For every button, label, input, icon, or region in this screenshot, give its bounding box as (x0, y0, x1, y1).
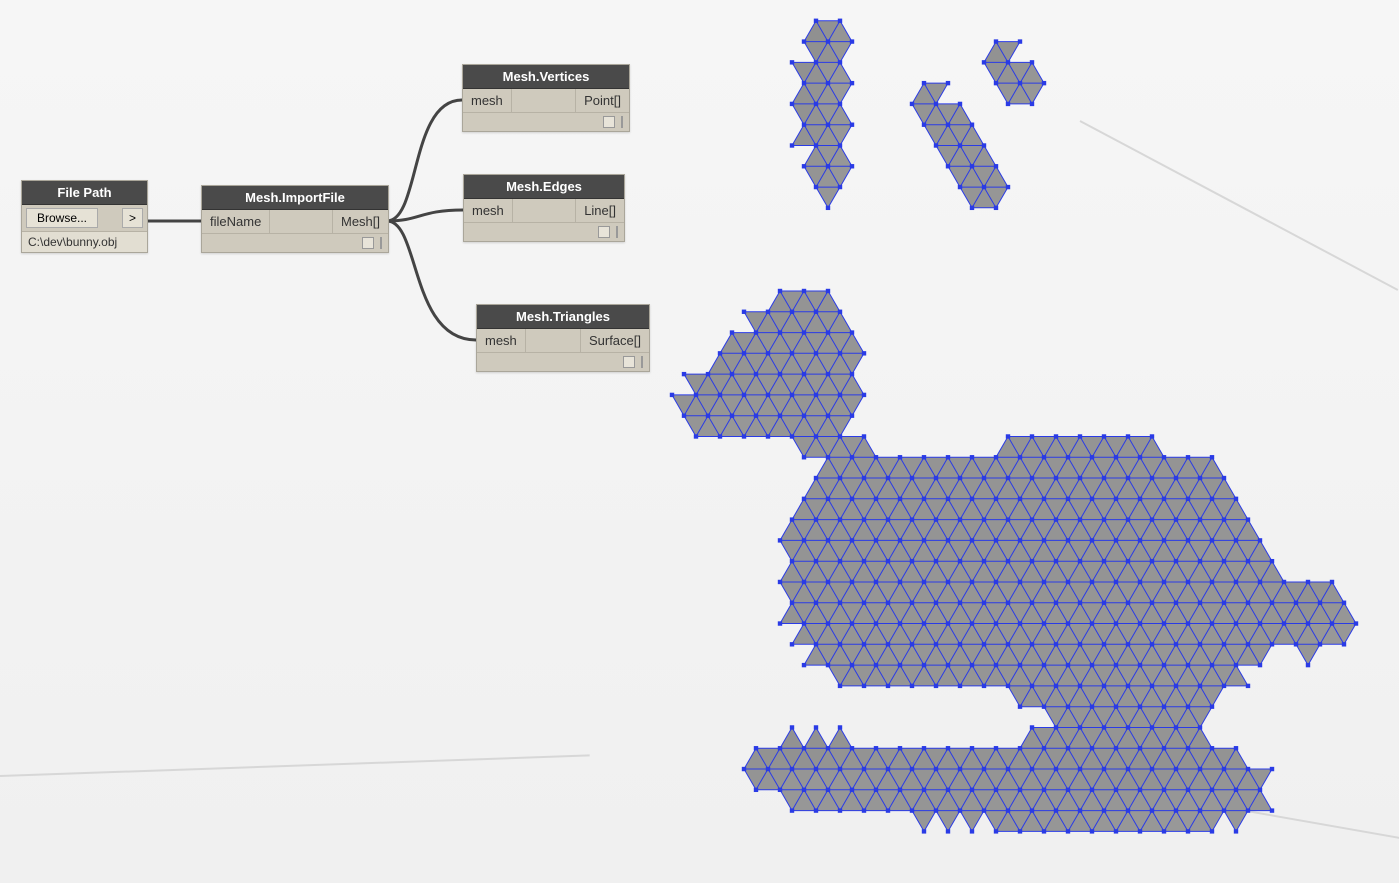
port-out-surface[interactable]: Surface[] (580, 329, 649, 352)
node-footer (463, 112, 629, 131)
footer-divider-icon (380, 237, 382, 249)
browse-button[interactable]: Browse... (26, 208, 98, 228)
node-footer (202, 233, 388, 252)
ground-line (1020, 770, 1399, 845)
node-mesh-importfile[interactable]: Mesh.ImportFile fileName Mesh[] (201, 185, 389, 253)
preview-toggle-icon[interactable] (598, 226, 610, 238)
port-out-line[interactable]: Line[] (575, 199, 624, 222)
ground-line (0, 754, 590, 777)
node-title: Mesh.Edges (464, 175, 624, 199)
node-mesh-edges[interactable]: Mesh.Edges mesh Line[] (463, 174, 625, 242)
viewport-3d[interactable] (660, 0, 1380, 880)
footer-divider-icon (641, 356, 643, 368)
ground-line (1080, 120, 1399, 291)
node-title: File Path (22, 181, 147, 205)
node-title: Mesh.Triangles (477, 305, 649, 329)
port-in-mesh[interactable]: mesh (464, 199, 513, 222)
node-footer (477, 352, 649, 371)
port-in-mesh[interactable]: mesh (477, 329, 526, 352)
node-mesh-triangles[interactable]: Mesh.Triangles mesh Surface[] (476, 304, 650, 372)
bunny-shaded-surface (660, 0, 1380, 880)
node-title: Mesh.ImportFile (202, 186, 388, 210)
footer-divider-icon (621, 116, 623, 128)
port-in-mesh[interactable]: mesh (463, 89, 512, 112)
bunny-wireframe (660, 0, 1380, 880)
node-title: Mesh.Vertices (463, 65, 629, 89)
preview-toggle-icon[interactable] (603, 116, 615, 128)
file-path-value: C:\dev\bunny.obj (22, 231, 147, 252)
port-in-filename[interactable]: fileName (202, 210, 270, 233)
node-footer (464, 222, 624, 241)
node-mesh-vertices[interactable]: Mesh.Vertices mesh Point[] (462, 64, 630, 132)
port-out-point[interactable]: Point[] (575, 89, 629, 112)
node-file-path[interactable]: File Path Browse... > C:\dev\bunny.obj (21, 180, 148, 253)
preview-toggle-icon[interactable] (362, 237, 374, 249)
port-out-mesh[interactable]: Mesh[] (332, 210, 388, 233)
file-path-out-port[interactable]: > (122, 208, 143, 228)
graph-canvas[interactable]: { "nodes": { "filePath": { "title": "Fil… (0, 0, 1399, 883)
preview-toggle-icon[interactable] (623, 356, 635, 368)
connection-wires (0, 0, 1399, 883)
footer-divider-icon (616, 226, 618, 238)
